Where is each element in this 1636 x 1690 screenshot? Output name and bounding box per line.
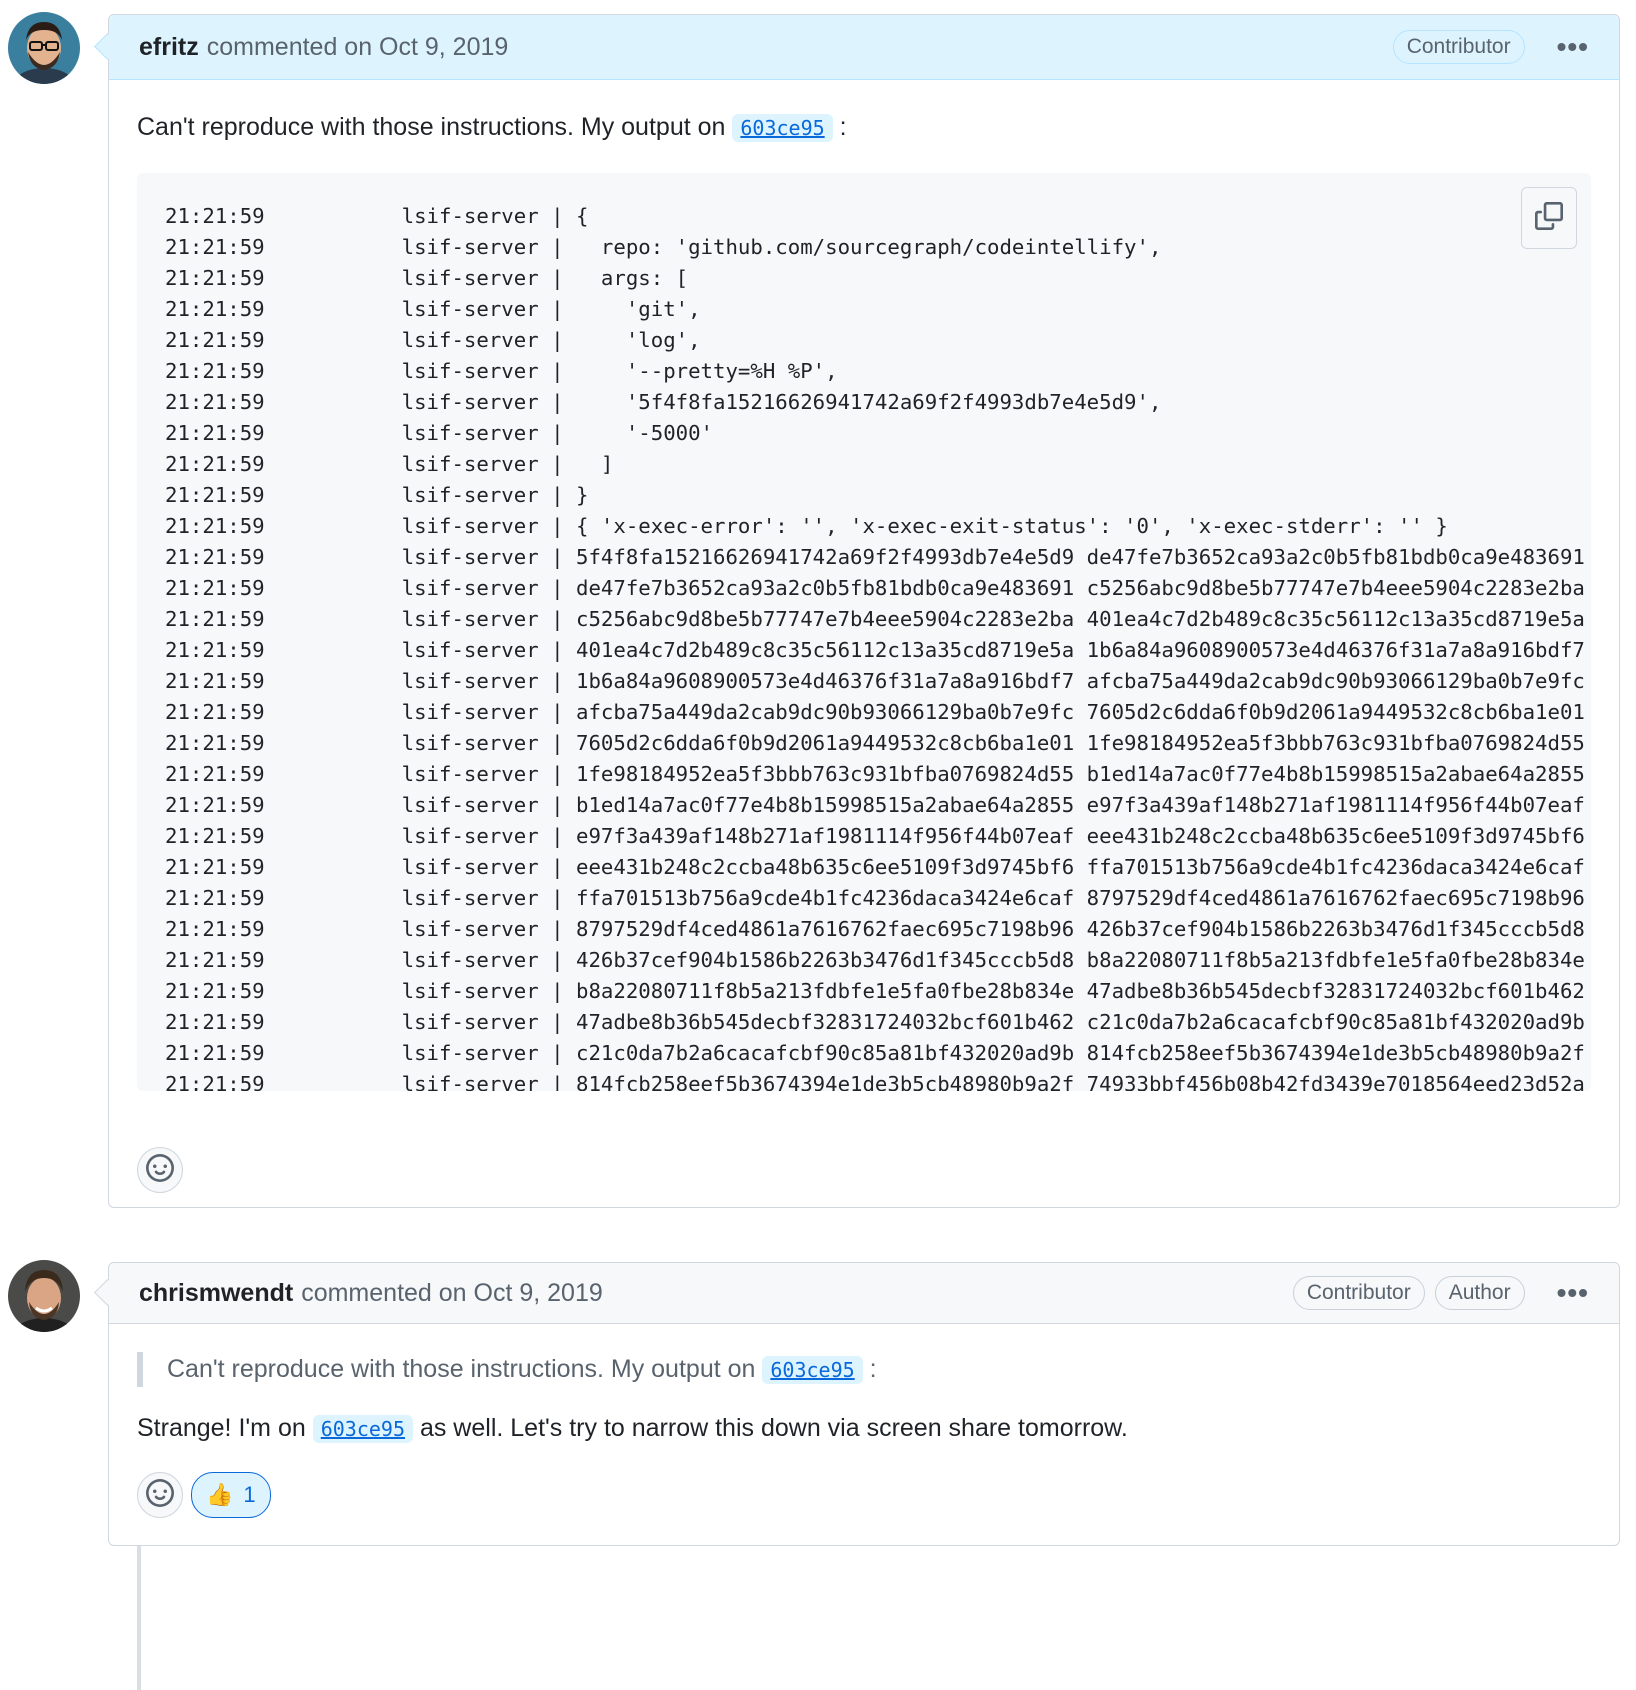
kebab-icon[interactable]: •••	[1557, 1277, 1589, 1309]
commit-link[interactable]: 603ce95	[732, 114, 833, 142]
smiley-icon	[146, 1478, 174, 1512]
code-content: 21:21:59 lsif-server | { 21:21:59 lsif-s…	[165, 204, 1585, 1091]
thumbs-up-icon: 👍	[206, 1482, 234, 1507]
author-badge: Author	[1434, 1276, 1525, 1310]
code-block: 21:21:59 lsif-server | { 21:21:59 lsif-s…	[137, 173, 1591, 1091]
comment-timestamp[interactable]: commented on Oct 9, 2019	[207, 33, 509, 62]
thumbs-up-reaction[interactable]: 👍 1	[191, 1472, 271, 1518]
copy-icon	[1535, 201, 1563, 235]
add-reaction-button[interactable]	[137, 1147, 183, 1193]
avatar[interactable]	[8, 1260, 80, 1332]
comment: efritz commented on Oct 9, 2019 Contribu…	[94, 14, 1620, 1208]
blockquote: Can't reproduce with those instructions.…	[137, 1352, 1591, 1387]
comment-author[interactable]: efritz	[139, 33, 199, 62]
smiley-icon	[146, 1153, 174, 1187]
reaction-count: 1	[243, 1482, 256, 1507]
comment-text: Can't reproduce with those instructions.…	[137, 113, 847, 142]
comment-author[interactable]: chrismwendt	[139, 1279, 293, 1308]
avatar[interactable]	[8, 12, 80, 84]
comment-header: efritz commented on Oct 9, 2019 Contribu…	[94, 15, 1619, 80]
kebab-icon[interactable]: •••	[1557, 31, 1589, 63]
add-reaction-button[interactable]	[137, 1472, 183, 1518]
comment-timestamp[interactable]: commented on Oct 9, 2019	[301, 1279, 603, 1308]
comment-header: chrismwendt commented on Oct 9, 2019 Con…	[94, 1263, 1619, 1324]
contributor-badge: Contributor	[1292, 1276, 1425, 1310]
copy-button[interactable]	[1521, 187, 1577, 249]
contributor-badge: Contributor	[1392, 30, 1525, 64]
commit-link[interactable]: 603ce95	[762, 1356, 863, 1384]
commit-link[interactable]: 603ce95	[312, 1415, 413, 1443]
comment-text: Strange! I'm on 603ce95 as well. Let's t…	[137, 1414, 1128, 1443]
comment: chrismwendt commented on Oct 9, 2019 Con…	[94, 1262, 1620, 1546]
